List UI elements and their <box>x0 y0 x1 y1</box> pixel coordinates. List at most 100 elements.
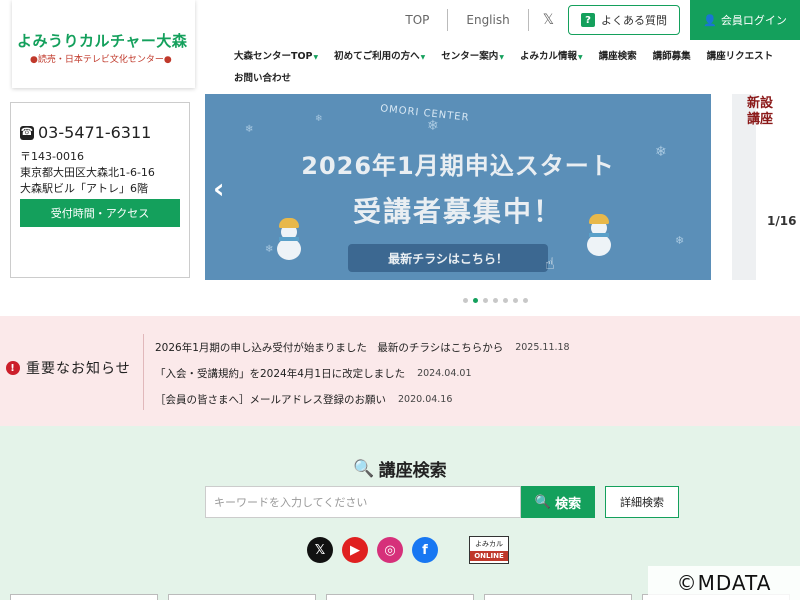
nav-item-first-time[interactable]: 初めてご利用の方へ▼ <box>326 48 433 62</box>
category-tab[interactable] <box>10 594 158 600</box>
next-arrow-icon[interactable]: › <box>768 172 780 205</box>
carousel-dot[interactable] <box>503 298 508 303</box>
copyright-watermark: ©MDATA <box>648 566 800 600</box>
notice-divider <box>143 334 144 410</box>
main-nav: 大森センターTOP▼ 初めてご利用の方へ▼ センター案内▼ よみカル情報▼ 講座… <box>226 44 800 88</box>
x-icon[interactable]: 𝕏 <box>307 537 333 563</box>
carousel-dot[interactable] <box>493 298 498 303</box>
side-slide-label-line: 新設 <box>747 96 774 111</box>
nav-item-yomikaru-info[interactable]: よみカル情報▼ <box>512 48 591 62</box>
contact-card: ☎ 03-5471-6311 〒143-0016 東京都大田区大森北1-6-16… <box>10 102 190 278</box>
flyer-button[interactable]: 最新チラシはこちら！ <box>348 244 548 272</box>
carousel-dot-active[interactable] <box>473 298 478 303</box>
notice-item[interactable]: ［会員の皆さまへ］メールアドレス登録のお願い 2020.04.16 <box>155 386 570 412</box>
yomikaru-online-badge[interactable]: よみカル ONLINE <box>469 536 509 564</box>
nav-label: 初めてご利用の方へ <box>334 51 420 62</box>
facebook-icon[interactable]: f <box>412 537 438 563</box>
address-line-1: 東京都大田区大森北1-6-16 <box>20 166 155 179</box>
side-slide-label: 新設 講座 <box>747 96 773 128</box>
address: 〒143-0016 東京都大田区大森北1-6-16 大森駅ビル「アトレ」6階 <box>20 149 155 197</box>
advanced-search-button[interactable]: 詳細検索 <box>605 486 679 518</box>
phone-row: ☎ 03-5471-6311 <box>20 123 151 142</box>
keyword-search-input[interactable] <box>205 486 521 518</box>
logo-subtitle-text: 読売・日本テレビ文化センター <box>37 55 164 65</box>
faq-button[interactable]: ? よくある質問 <box>568 5 680 35</box>
notice-text[interactable]: ［会員の皆さまへ］メールアドレス登録のお願い <box>155 392 386 407</box>
nav-label: センター案内 <box>441 51 499 62</box>
search-button-label: 検索 <box>555 495 582 511</box>
instagram-icon[interactable]: ◎ <box>377 537 403 563</box>
caret-down-icon: ▼ <box>313 54 319 61</box>
notice-title-text: 重要なお知らせ <box>26 361 131 377</box>
nav-item-course-search[interactable]: 講座検索 <box>591 48 645 62</box>
pointer-hand-icon: ☝ <box>545 254 555 273</box>
nav-item-course-request[interactable]: 講座リクエスト <box>699 48 782 62</box>
snowman-illustration <box>275 218 303 262</box>
site-logo[interactable]: よみうりカルチャー大森 ●読売・日本テレビ文化センター● <box>12 0 195 88</box>
access-button[interactable]: 受付時間・アクセス <box>20 199 180 227</box>
prev-arrow-icon[interactable]: ‹ <box>213 172 225 205</box>
nav-item-instructor-recruit[interactable]: 講師募集 <box>645 48 699 62</box>
youtube-icon[interactable]: ▶ <box>342 537 368 563</box>
slide-title: 2026年1月期申込スタート <box>301 152 615 180</box>
social-links: 𝕏 ▶ ◎ f よみカル ONLINE <box>307 536 509 564</box>
carousel-dot[interactable] <box>463 298 468 303</box>
english-link[interactable]: English <box>448 9 529 31</box>
search-icon: 🔍 <box>534 494 552 509</box>
notice-item[interactable]: 2026年1月期の申し込み受付が始まりました 最新のチラシはこちらから 2025… <box>155 334 570 360</box>
alert-icon: ! <box>6 361 20 375</box>
x-icon[interactable]: 𝕏 <box>529 12 568 28</box>
notice-list: 2026年1月期の申し込み受付が始まりました 最新のチラシはこちらから 2025… <box>155 334 570 412</box>
postal-code: 〒143-0016 <box>20 150 84 163</box>
user-icon: 👤 <box>703 13 717 27</box>
snowflake-icon: ❄ <box>245 124 254 135</box>
faq-label: よくある質問 <box>601 14 667 27</box>
notice-text[interactable]: 「入会・受講規約」を2024年4月1日に改定しました <box>155 366 405 381</box>
snowflake-icon: ❄ <box>315 114 323 124</box>
nav-item-center-guide[interactable]: センター案内▼ <box>433 48 512 62</box>
carousel-dot[interactable] <box>483 298 488 303</box>
important-notice-section: ! 重要なお知らせ 2026年1月期の申し込み受付が始まりました 最新のチラシは… <box>0 316 800 426</box>
top-link[interactable]: TOP <box>387 9 449 31</box>
category-tab[interactable] <box>168 594 316 600</box>
notice-item[interactable]: 「入会・受講規約」を2024年4月1日に改定しました 2024.04.01 <box>155 360 570 386</box>
nav-label: 大森センターTOP <box>234 51 313 62</box>
next-slide-preview[interactable]: 新設 講座 1/16 › <box>732 94 800 280</box>
phone-number[interactable]: 03-5471-6311 <box>38 123 151 142</box>
phone-icon: ☎ <box>20 125 34 140</box>
carousel-dot[interactable] <box>523 298 528 303</box>
nav-item-contact[interactable]: お問い合わせ <box>226 70 299 84</box>
logo-title: よみうりカルチャー大森 <box>17 32 188 50</box>
online-badge-top: よみカル <box>475 540 503 548</box>
address-line-2: 大森駅ビル「アトレ」6階 <box>20 182 148 195</box>
carousel-slide[interactable]: ❄ ❄ ❄ ❄ ❄ ❄ OMORI CENTER 2026年1月期申込スタート … <box>205 94 711 280</box>
login-label: 会員ログイン <box>720 14 787 27</box>
side-slide-date: 1/16 <box>767 214 797 228</box>
question-icon: ? <box>581 13 595 27</box>
search-title-text: 講座検索 <box>378 461 447 481</box>
notice-date: 2025.11.18 <box>515 341 570 353</box>
site-header: よみうりカルチャー大森 ●読売・日本テレビ文化センター● TOP English… <box>0 0 800 94</box>
notice-date: 2020.04.16 <box>398 393 453 405</box>
caret-down-icon: ▼ <box>577 54 583 61</box>
carousel-dot[interactable] <box>513 298 518 303</box>
carousel-dots <box>463 298 528 303</box>
search-button[interactable]: 🔍 検索 <box>521 486 595 518</box>
nav-row: 大森センターTOP▼ 初めてご利用の方へ▼ センター案内▼ よみカル情報▼ 講座… <box>226 44 800 66</box>
caret-down-icon: ▼ <box>499 54 504 61</box>
slide-brand: OMORI CENTER <box>379 103 470 124</box>
notice-heading: ! 重要なお知らせ <box>6 358 131 378</box>
online-badge-bottom: ONLINE <box>470 551 508 561</box>
nav-item-center-top[interactable]: 大森センターTOP▼ <box>226 48 326 62</box>
search-heading: 🔍 講座検索 <box>0 456 800 482</box>
snowman-illustration <box>585 214 613 258</box>
notice-text[interactable]: 2026年1月期の申し込み受付が始まりました 最新のチラシはこちらから <box>155 340 503 355</box>
category-tab[interactable] <box>326 594 474 600</box>
snowflake-icon: ❄ <box>265 244 274 255</box>
category-tab[interactable] <box>484 594 632 600</box>
nav-label: よみカル情報 <box>519 51 577 62</box>
caret-down-icon: ▼ <box>420 54 426 61</box>
login-button[interactable]: 👤 会員ログイン <box>690 0 800 40</box>
top-links: TOP English 𝕏 ? よくある質問 👤 会員ログイン <box>387 0 800 40</box>
side-slide-label-line: 講座 <box>747 112 774 127</box>
